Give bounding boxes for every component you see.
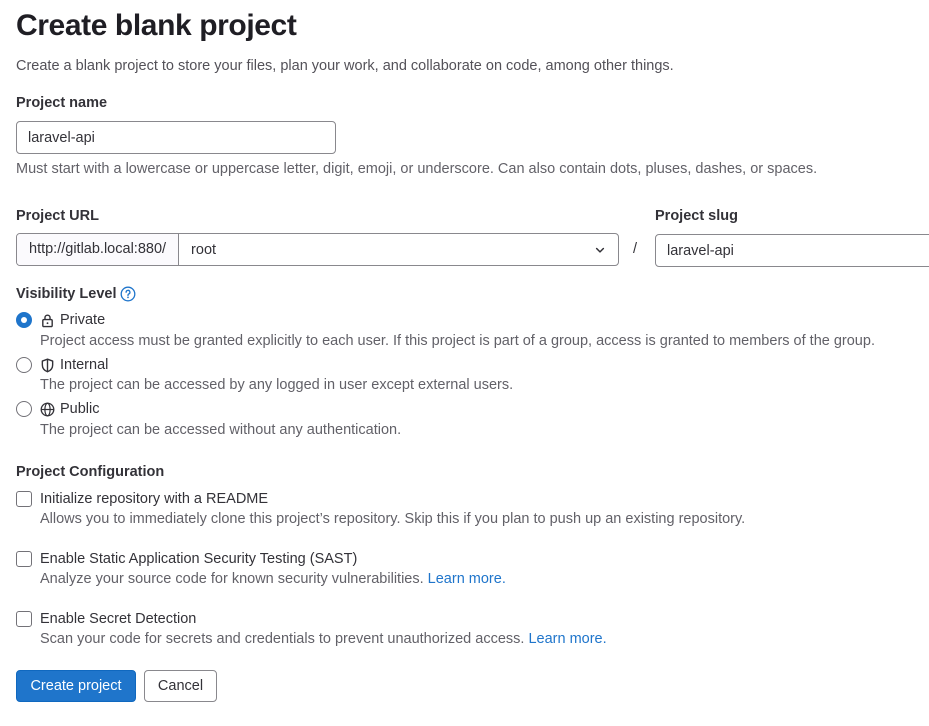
- page-title: Create blank project: [16, 9, 297, 42]
- project-slug-label: Project slug: [655, 208, 738, 224]
- visibility-internal-text: Internal: [60, 357, 109, 373]
- project-slug-input[interactable]: [655, 234, 929, 267]
- visibility-internal-label[interactable]: Internal: [40, 357, 108, 373]
- visibility-private-text: Private: [60, 312, 106, 328]
- url-separator: /: [633, 241, 638, 257]
- project-url-group: http://gitlab.local:880/ root: [16, 233, 619, 266]
- visibility-private-help: Project access must be granted explicitl…: [40, 333, 875, 349]
- create-project-button[interactable]: Create project: [16, 670, 136, 702]
- sast-label[interactable]: Enable Static Application Security Testi…: [40, 551, 357, 567]
- visibility-public-label[interactable]: Public: [40, 401, 100, 417]
- readme-help: Allows you to immediately clone this pro…: [40, 511, 746, 527]
- shield-icon: [40, 358, 55, 373]
- visibility-private-label[interactable]: Private: [40, 312, 105, 328]
- visibility-heading: Visibility Level: [16, 286, 136, 302]
- project-url-label: Project URL: [16, 208, 99, 224]
- namespace-value: root: [191, 241, 217, 258]
- visibility-internal-help: The project can be accessed by any logge…: [40, 377, 514, 393]
- sast-checkbox[interactable]: [16, 551, 32, 567]
- visibility-public-help: The project can be accessed without any …: [40, 422, 402, 438]
- configuration-label: Project Configuration: [16, 464, 165, 480]
- secret-detection-help-row: Scan your code for secrets and credentia…: [40, 631, 607, 647]
- sast-help-row: Analyze your source code for known secur…: [40, 571, 506, 587]
- visibility-public-radio[interactable]: [16, 401, 32, 417]
- lock-icon: [40, 313, 55, 328]
- project-name-help: Must start with a lowercase or uppercase…: [16, 161, 818, 177]
- sast-help: Analyze your source code for known secur…: [40, 571, 424, 587]
- project-name-input[interactable]: [16, 121, 336, 154]
- visibility-private-radio[interactable]: [16, 312, 32, 328]
- readme-label[interactable]: Initialize repository with a README: [40, 491, 268, 507]
- visibility-public-text: Public: [60, 401, 100, 417]
- sast-learn-more-link[interactable]: Learn more.: [428, 571, 506, 587]
- cancel-button[interactable]: Cancel: [144, 670, 217, 702]
- visibility-internal-radio[interactable]: [16, 357, 32, 373]
- project-name-label: Project name: [16, 95, 108, 111]
- page-description: Create a blank project to store your fil…: [16, 58, 674, 74]
- project-url-prefix: http://gitlab.local:880/: [17, 234, 180, 265]
- globe-icon: [40, 402, 55, 417]
- secret-detection-label[interactable]: Enable Secret Detection: [40, 611, 196, 627]
- secret-detection-checkbox[interactable]: [16, 611, 32, 627]
- chevron-down-icon: [594, 244, 606, 256]
- visibility-label: Visibility Level: [16, 286, 117, 302]
- secret-detection-help: Scan your code for secrets and credentia…: [40, 631, 525, 647]
- secret-detection-learn-more-link[interactable]: Learn more.: [528, 631, 606, 647]
- question-icon[interactable]: [120, 286, 136, 302]
- readme-checkbox[interactable]: [16, 491, 32, 507]
- namespace-dropdown[interactable]: root: [179, 234, 618, 265]
